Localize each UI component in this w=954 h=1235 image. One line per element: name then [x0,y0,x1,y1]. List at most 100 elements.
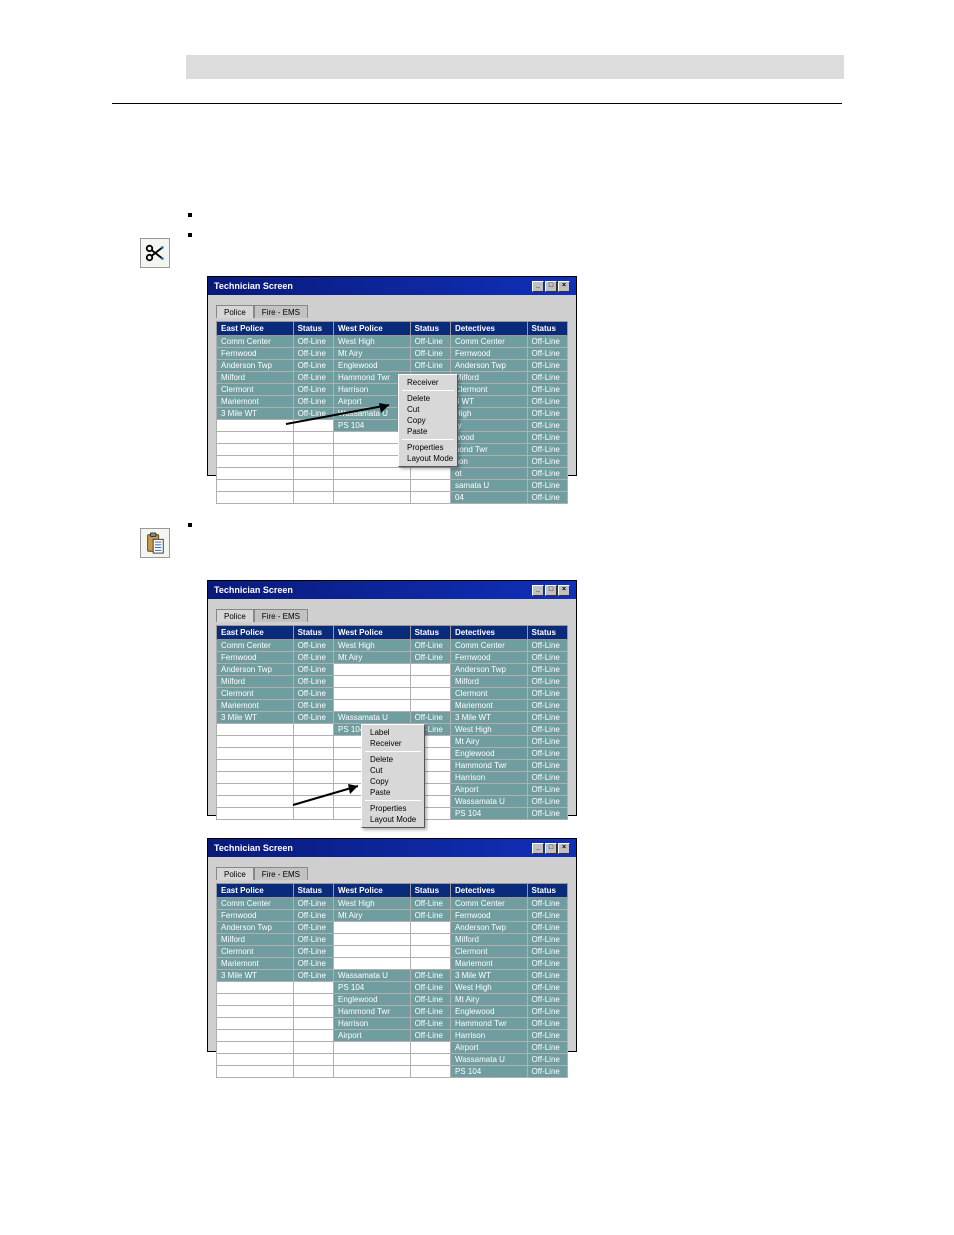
table-cell [217,1018,294,1030]
table-cell: Off-Line [410,970,450,982]
table-cell: Off-Line [527,396,567,408]
tab-police[interactable]: Police [216,609,254,622]
tab-fire-ems[interactable]: Fire - EMS [254,609,308,622]
table-cell: 04 [450,492,527,504]
ctx-label[interactable]: Label [362,727,424,738]
context-menu-2[interactable]: Label Receiver Delete Cut Copy Paste Pro… [361,724,425,828]
table-cell: Off-Line [527,760,567,772]
table-cell: Off-Line [527,1018,567,1030]
table-cell: Off-Line [527,994,567,1006]
table-cell: Off-Line [527,384,567,396]
table-cell: PS 104 [450,1066,527,1078]
ctx-delete[interactable]: Delete [362,754,424,765]
table-cell [410,492,450,504]
table-cell [217,432,294,444]
min-button[interactable]: _ [532,281,544,292]
col-west-police: West Police [333,884,410,898]
ctx-copy[interactable]: Copy [399,415,457,426]
table-cell [410,934,450,946]
table-cell: Off-Line [527,676,567,688]
min-button[interactable]: _ [532,585,544,596]
table-3: East Police Status West Police Status De… [216,883,568,1078]
ctx-receiver[interactable]: Receiver [362,738,424,749]
table-cell: Off-Line [410,348,450,360]
table-cell: Off-Line [527,420,567,432]
table-cell: Off-Line [410,1018,450,1030]
min-button[interactable]: _ [532,843,544,854]
table-cell: Off-Line [527,700,567,712]
table-cell [217,1006,294,1018]
context-menu-1[interactable]: Receiver Delete Cut Copy Paste Propertie… [398,374,458,467]
close-button[interactable]: × [558,585,570,596]
screenshot-3: Technician Screen _ □ × PoliceFire - EMS… [207,838,577,1052]
ctx-cut[interactable]: Cut [362,765,424,776]
table-cell: Hammond Twr [450,760,527,772]
table-cell: Off-Line [293,384,333,396]
table-cell: Off-Line [527,784,567,796]
titlebar-3: Technician Screen _ □ × [208,839,576,857]
ctx-properties[interactable]: Properties [362,803,424,814]
col-status-2: Status [410,626,450,640]
table-cell [217,480,294,492]
table-cell [333,676,410,688]
close-button[interactable]: × [558,843,570,854]
ctx-layout-mode[interactable]: Layout Mode [362,814,424,825]
table-cell: Milford [217,372,294,384]
table-cell [410,1054,450,1066]
table-cell: Airport [333,1030,410,1042]
table-cell [217,760,294,772]
ctx-delete[interactable]: Delete [399,393,457,404]
ctx-paste[interactable]: Paste [362,787,424,798]
table-cell: Off-Line [293,664,333,676]
table-cell [293,480,333,492]
window-title: Technician Screen [214,843,293,853]
table-cell: Comm Center [450,898,527,910]
bullet-1 [188,213,192,217]
table-cell [217,444,294,456]
table-cell: Mariemont [217,700,294,712]
titlebar-2: Technician Screen _ □ × [208,581,576,599]
ctx-layout-mode[interactable]: Layout Mode [399,453,457,464]
ctx-cut[interactable]: Cut [399,404,457,415]
table-cell: Off-Line [293,922,333,934]
ctx-paste[interactable]: Paste [399,426,457,437]
table-cell [217,808,294,820]
table-cell: Off-Line [527,360,567,372]
table-cell: Off-Line [293,898,333,910]
table-cell: Off-Line [293,652,333,664]
table-cell: Off-Line [527,712,567,724]
close-button[interactable]: × [558,281,570,292]
table-cell: Off-Line [527,652,567,664]
table-cell: Off-Line [410,994,450,1006]
table-cell [293,1042,333,1054]
max-button[interactable]: □ [545,843,557,854]
ctx-receiver[interactable]: Receiver [399,377,457,388]
table-cell: Comm Center [450,640,527,652]
table-cell [293,1054,333,1066]
tab-fire-ems[interactable]: Fire - EMS [254,867,308,880]
table-cell [217,456,294,468]
table-cell [333,480,410,492]
tab-police[interactable]: Police [216,867,254,880]
tab-police[interactable]: Police [216,305,254,318]
table-cell [293,1066,333,1078]
table-cell [333,1054,410,1066]
table-cell: Clermont [450,688,527,700]
table-cell: Off-Line [527,736,567,748]
tab-fire-ems[interactable]: Fire - EMS [254,305,308,318]
table-cell: Anderson Twp [217,360,294,372]
max-button[interactable]: □ [545,281,557,292]
table-cell: Harrison [450,1030,527,1042]
window-title: Technician Screen [214,281,293,291]
table-cell [217,492,294,504]
table-cell [293,456,333,468]
table-cell: Off-Line [293,970,333,982]
table-cell [293,994,333,1006]
table-cell: samata U [450,480,527,492]
table-cell: Englewood [333,360,410,372]
table-cell: Englewood [450,1006,527,1018]
max-button[interactable]: □ [545,585,557,596]
col-status-1: Status [293,884,333,898]
ctx-copy[interactable]: Copy [362,776,424,787]
ctx-properties[interactable]: Properties [399,442,457,453]
